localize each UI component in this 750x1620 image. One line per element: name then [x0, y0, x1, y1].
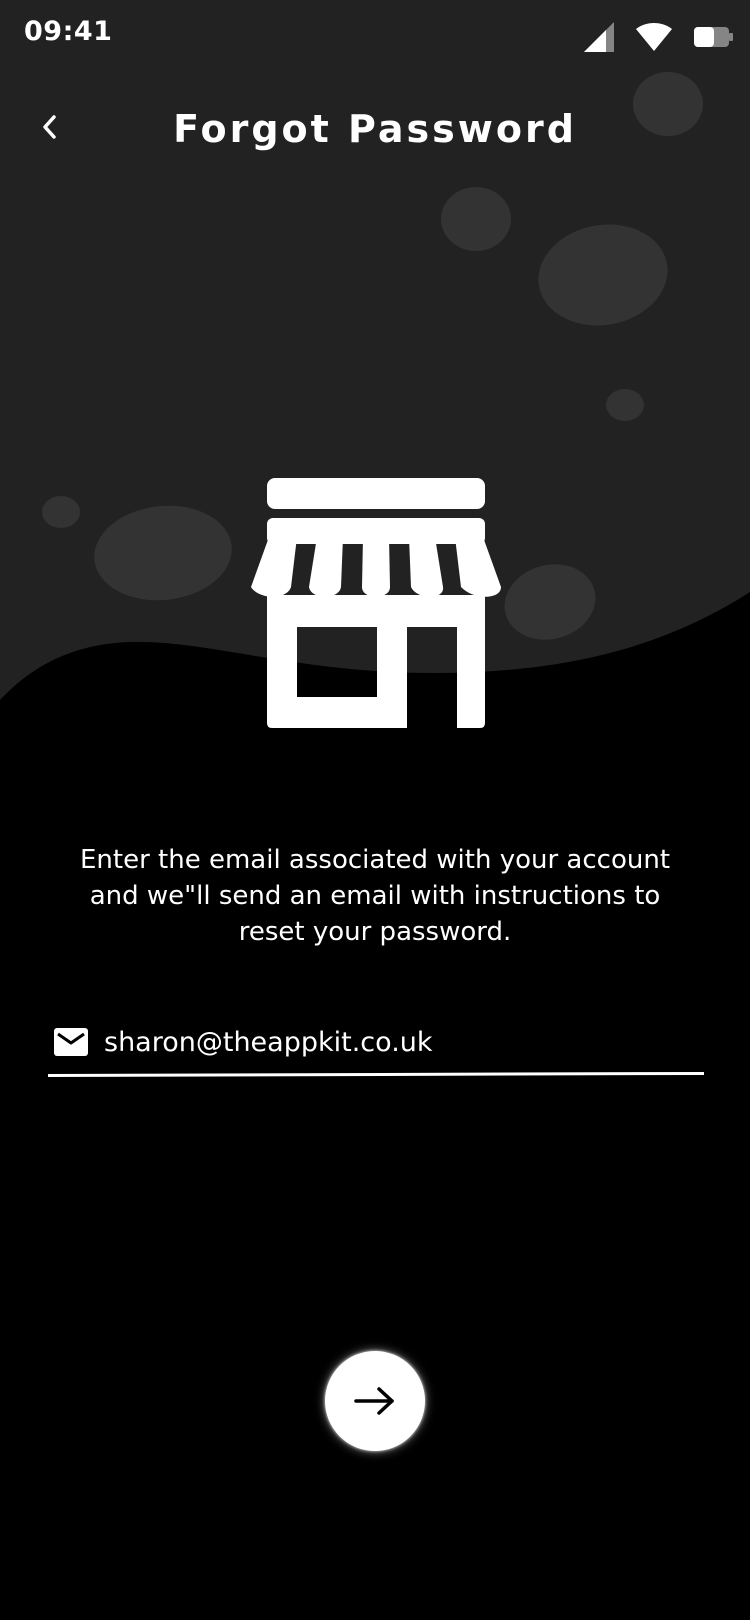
wifi-icon	[636, 23, 672, 51]
battery-icon	[694, 27, 733, 47]
email-input[interactable]	[104, 1016, 694, 1068]
email-field	[48, 1010, 705, 1080]
blob	[42, 496, 80, 528]
status-bar: 09:41	[0, 0, 750, 70]
storefront-icon	[251, 478, 501, 728]
status-time: 09:41	[24, 16, 113, 47]
instructions-text: Enter the email associated with your acc…	[79, 845, 671, 947]
submit-button[interactable]	[325, 1351, 425, 1451]
status-icons	[584, 20, 734, 54]
mail-icon	[54, 1028, 88, 1056]
blob	[441, 187, 511, 251]
arrow-right-icon	[354, 1387, 394, 1415]
blob	[606, 389, 644, 421]
cellular-signal-icon	[584, 22, 614, 52]
page-title: Forgot Password	[173, 107, 577, 151]
email-underline	[48, 1071, 705, 1077]
header: Forgot Password	[0, 95, 750, 169]
